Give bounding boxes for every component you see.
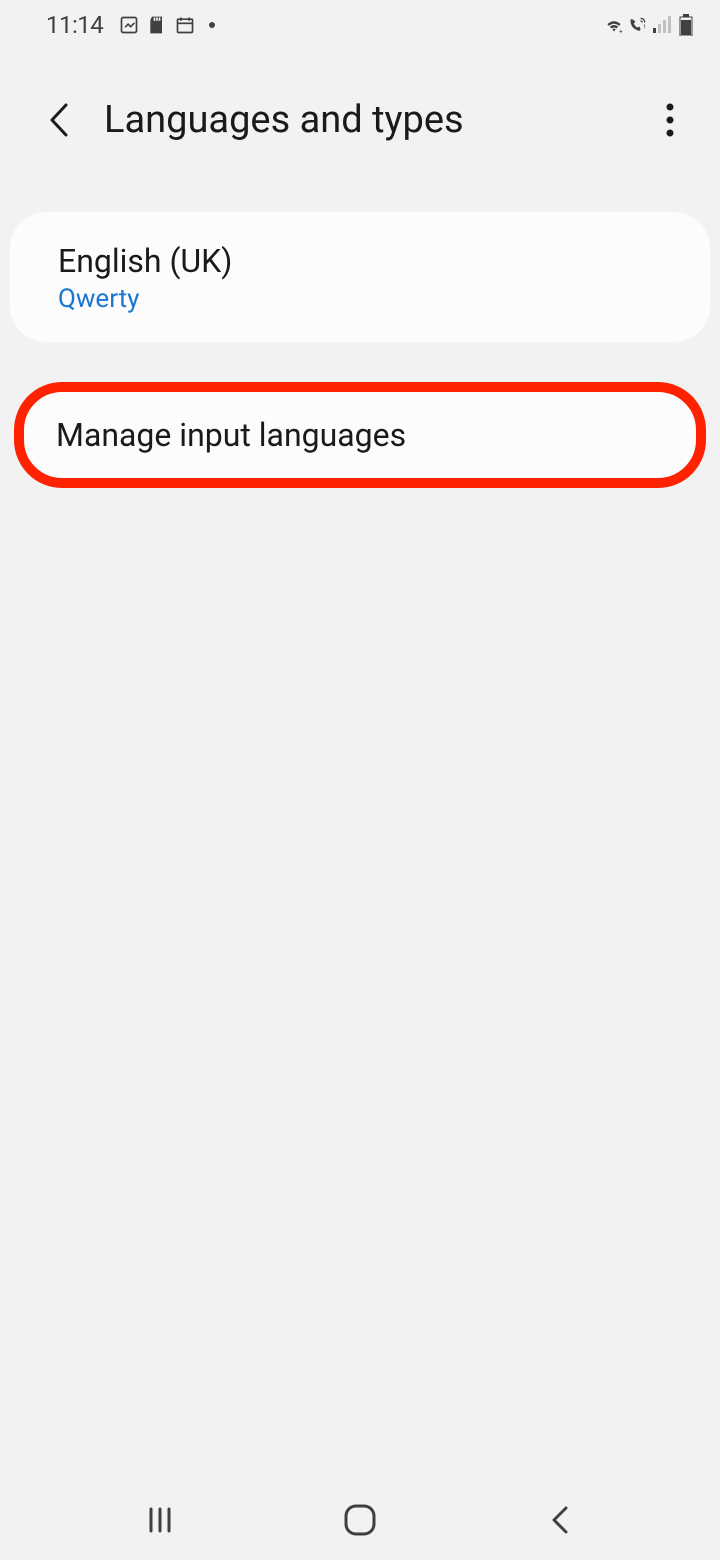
- wifi-calling-icon: 1: [628, 15, 648, 35]
- status-icons-left: [119, 15, 215, 35]
- calendar-icon: [175, 15, 195, 35]
- svg-text:1: 1: [643, 24, 646, 30]
- app-header: Languages and types: [0, 48, 720, 162]
- sd-card-icon: [147, 15, 167, 35]
- status-bar: 11:14 + 1: [0, 0, 720, 48]
- language-name: English (UK): [58, 242, 662, 280]
- language-item-english-uk[interactable]: English (UK) Qwerty: [10, 212, 710, 342]
- image-icon: [119, 15, 139, 35]
- manage-input-languages-button[interactable]: Manage input languages: [14, 382, 706, 488]
- recents-button[interactable]: [120, 1495, 200, 1545]
- battery-icon: [676, 15, 696, 35]
- status-time: 11:14: [46, 11, 103, 39]
- status-right: + 1: [604, 15, 696, 35]
- status-left: 11:14: [46, 11, 215, 39]
- svg-text:+: +: [619, 27, 623, 34]
- more-options-button[interactable]: [650, 98, 690, 142]
- page-title: Languages and types: [104, 98, 620, 142]
- content-area: English (UK) Qwerty Manage input languag…: [0, 162, 720, 488]
- wifi-icon: +: [604, 15, 624, 35]
- notification-dot: [209, 22, 215, 28]
- home-button[interactable]: [320, 1495, 400, 1545]
- keyboard-layout: Qwerty: [58, 284, 662, 314]
- signal-icon: [652, 15, 672, 35]
- manage-label: Manage input languages: [56, 416, 656, 454]
- back-button[interactable]: [44, 98, 74, 142]
- navigation-bar: [0, 1480, 720, 1560]
- back-nav-button[interactable]: [520, 1495, 600, 1545]
